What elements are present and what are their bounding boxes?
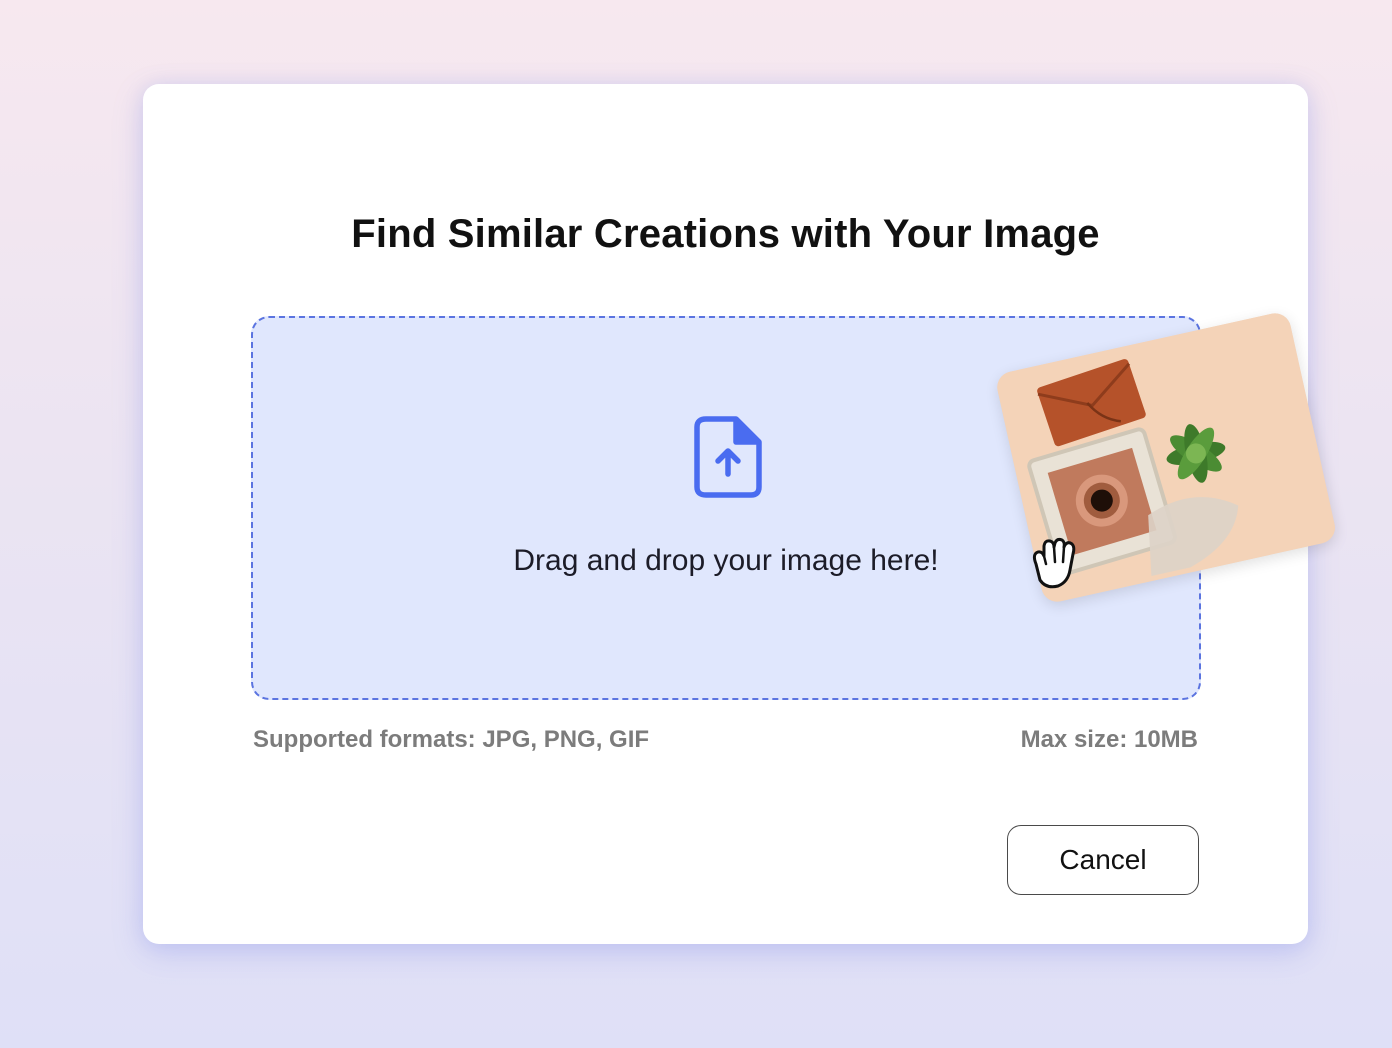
cancel-button[interactable]: Cancel <box>1007 825 1199 895</box>
max-size-text: Max size: 10MB <box>1020 726 1198 753</box>
supported-formats-text: Supported formats: JPG, PNG, GIF <box>253 726 650 753</box>
grab-hand-icon <box>1032 537 1076 589</box>
file-upload-icon <box>694 416 762 498</box>
dialog-title: Find Similar Creations with Your Image <box>351 212 1100 256</box>
